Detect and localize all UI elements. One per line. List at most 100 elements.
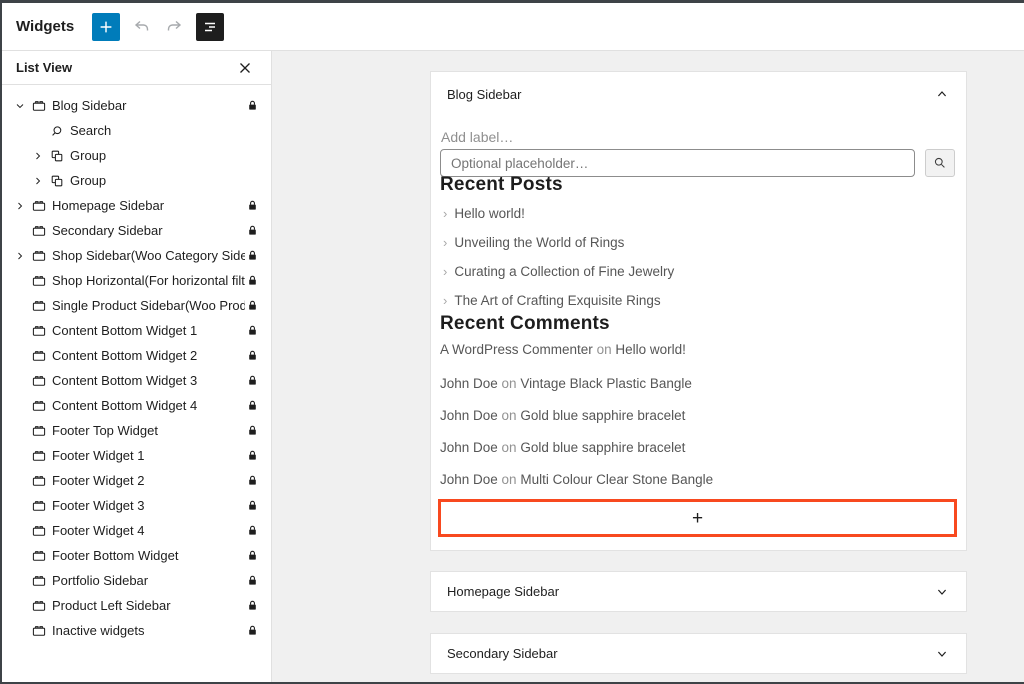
recent-comment[interactable]: John Doe on Vintage Black Plastic Bangle (440, 376, 692, 391)
list-view-item-label: Blog Sidebar (52, 98, 245, 113)
lock-icon (245, 423, 259, 439)
list-arrow-icon: › (443, 206, 447, 221)
widget-area-icon (30, 572, 48, 590)
list-view-item-label: Footer Bottom Widget (52, 548, 245, 563)
comment-post-link[interactable]: Hello world! (615, 342, 686, 357)
list-view-item[interactable]: Footer Widget 3 (2, 493, 271, 518)
comment-separator: on (498, 440, 521, 455)
top-toolbar: Widgets (2, 3, 1024, 51)
list-view-item[interactable]: Blog Sidebar (2, 93, 271, 118)
list-view-item-label: Inactive widgets (52, 623, 245, 638)
comment-post-link[interactable]: Gold blue sapphire bracelet (520, 440, 685, 455)
search-submit-button[interactable] (925, 149, 955, 177)
panel-header-secondary-sidebar[interactable]: Secondary Sidebar (431, 634, 966, 673)
close-list-view-button[interactable] (233, 56, 257, 80)
chevron-right-icon[interactable] (10, 198, 30, 214)
list-view-toggle-button[interactable] (196, 13, 224, 41)
recent-post-title: The Art of Crafting Exquisite Rings (454, 293, 660, 308)
list-view-item[interactable]: Single Product Sidebar(Woo Product Side… (2, 293, 271, 318)
recent-comment[interactable]: John Doe on Gold blue sapphire bracelet (440, 440, 685, 455)
comment-author-link[interactable]: John Doe (440, 376, 498, 391)
chevron-right-icon[interactable] (28, 173, 48, 189)
lock-icon (245, 348, 259, 364)
list-view-item-label: Shop Horizontal(For horizontal filters l… (52, 273, 245, 288)
chevron-right-icon[interactable] (10, 248, 30, 264)
list-view-item[interactable]: Footer Widget 4 (2, 518, 271, 543)
comment-author-link[interactable]: John Doe (440, 472, 498, 487)
comment-author-link[interactable]: John Doe (440, 440, 498, 455)
comment-separator: on (593, 342, 616, 357)
list-view-item[interactable]: Shop Sidebar(Woo Category Sidebar) (2, 243, 271, 268)
lock-icon (245, 598, 259, 614)
widget-area-icon (30, 522, 48, 540)
chevron-right-icon[interactable] (28, 148, 48, 164)
lock-icon (245, 548, 259, 564)
search-block-label[interactable]: Add label… (441, 129, 513, 145)
comment-author-link[interactable]: A WordPress Commenter (440, 342, 593, 357)
recent-comment[interactable]: A WordPress Commenter on Hello world! (440, 342, 686, 357)
lock-icon (245, 273, 259, 289)
list-view-item[interactable]: Homepage Sidebar (2, 193, 271, 218)
chevron-down-icon[interactable] (10, 98, 30, 114)
list-view-item-label: Content Bottom Widget 1 (52, 323, 245, 338)
undo-button[interactable] (128, 13, 156, 41)
widget-area-panel-homepage-sidebar: Homepage Sidebar (430, 571, 967, 612)
recent-comment[interactable]: John Doe on Multi Colour Clear Stone Ban… (440, 472, 713, 487)
recent-post-link[interactable]: ›Unveiling the World of Rings (443, 235, 624, 250)
chevron-spacer (10, 548, 30, 564)
search-input[interactable] (440, 149, 915, 177)
block-appender[interactable]: + (438, 499, 957, 537)
list-arrow-icon: › (443, 293, 447, 308)
list-view-item[interactable]: Secondary Sidebar (2, 218, 271, 243)
list-view-item[interactable]: Footer Bottom Widget (2, 543, 271, 568)
lock-icon (245, 523, 259, 539)
chevron-spacer (10, 373, 30, 389)
list-view-item[interactable]: Content Bottom Widget 1 (2, 318, 271, 343)
chevron-spacer (10, 523, 30, 539)
widget-area-icon (30, 247, 48, 265)
list-view-item-label: Footer Widget 3 (52, 498, 245, 513)
list-view-item[interactable]: Footer Top Widget (2, 418, 271, 443)
list-view-item[interactable]: Group (2, 168, 271, 193)
recent-comment[interactable]: John Doe on Gold blue sapphire bracelet (440, 408, 685, 423)
list-view-item[interactable]: Footer Widget 2 (2, 468, 271, 493)
list-view-item[interactable]: Content Bottom Widget 3 (2, 368, 271, 393)
list-view-item[interactable]: Portfolio Sidebar (2, 568, 271, 593)
comment-post-link[interactable]: Gold blue sapphire bracelet (520, 408, 685, 423)
list-view-item[interactable]: Search (2, 118, 271, 143)
comment-author-link[interactable]: John Doe (440, 408, 498, 423)
panel-header-homepage-sidebar[interactable]: Homepage Sidebar (431, 572, 966, 611)
undo-icon (132, 17, 152, 37)
list-view-item[interactable]: Content Bottom Widget 4 (2, 393, 271, 418)
lock-icon (245, 98, 259, 114)
list-view-item[interactable]: Shop Horizontal(For horizontal filters l… (2, 268, 271, 293)
comment-post-link[interactable]: Vintage Black Plastic Bangle (520, 376, 692, 391)
search-icon (48, 122, 66, 140)
list-view-title: List View (16, 60, 233, 75)
list-view-item[interactable]: Content Bottom Widget 2 (2, 343, 271, 368)
redo-button[interactable] (160, 13, 188, 41)
comment-post-link[interactable]: Multi Colour Clear Stone Bangle (520, 472, 713, 487)
list-view-item[interactable]: Product Left Sidebar (2, 593, 271, 618)
recent-posts-title: Recent Posts (440, 174, 563, 196)
widget-area-icon (30, 97, 48, 115)
widget-area-panel-blog-sidebar: Blog Sidebar Add label… Recent Posts ›He… (430, 71, 967, 551)
list-view-item-label: Homepage Sidebar (52, 198, 245, 213)
list-arrow-icon: › (443, 264, 447, 279)
widget-area-panel-secondary-sidebar: Secondary Sidebar (430, 633, 967, 674)
panel-header-blog-sidebar[interactable]: Blog Sidebar (431, 72, 966, 116)
block-inserter-button[interactable] (92, 13, 120, 41)
lock-icon (245, 473, 259, 489)
recent-post-link[interactable]: › The Art of Crafting Exquisite Rings (443, 293, 661, 308)
page-title: Widgets (16, 18, 74, 35)
lock-icon (245, 198, 259, 214)
chevron-spacer (10, 323, 30, 339)
recent-post-link[interactable]: ›Hello world! (443, 206, 525, 221)
list-view-item[interactable]: Inactive widgets (2, 618, 271, 643)
list-view-item[interactable]: Footer Widget 1 (2, 443, 271, 468)
list-view-item[interactable]: Group (2, 143, 271, 168)
widget-area-icon (30, 372, 48, 390)
panel-title: Homepage Sidebar (447, 584, 934, 599)
list-view-item-label: Content Bottom Widget 3 (52, 373, 245, 388)
recent-post-link[interactable]: ›Curating a Collection of Fine Jewelry (443, 264, 674, 279)
